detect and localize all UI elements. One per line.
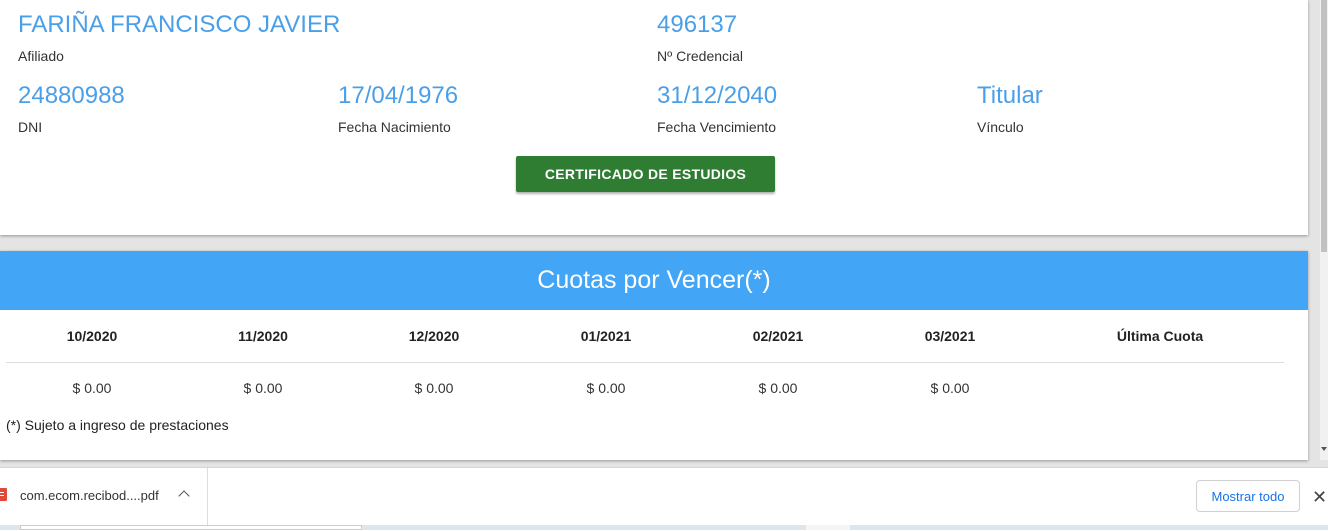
page-scrollbar[interactable] (1320, 0, 1328, 460)
credential-field: 496137 Nº Credencial (657, 11, 743, 65)
fees-divider (6, 362, 1284, 363)
fee-value: $ 0.00 (414, 380, 454, 396)
download-bar: com.ecom.recibod....pdf Mostrar todo ✕ (0, 467, 1328, 531)
expiry-date-value: 31/12/2040 (657, 82, 778, 109)
certificate-button[interactable]: CERTIFICADO DE ESTUDIOS (516, 156, 775, 192)
fee-value: $ 0.00 (243, 380, 283, 396)
fees-footnote: (*) Sujeto a ingreso de prestaciones (6, 417, 229, 433)
credential-number: 496137 (657, 11, 738, 38)
relationship-field: Titular Vínculo (977, 82, 1043, 136)
fee-column-header: 02/2021 (752, 328, 804, 344)
dni-value: 24880988 (18, 82, 125, 109)
dni-field: 24880988 DNI (18, 82, 125, 136)
chevron-up-icon[interactable] (178, 490, 190, 502)
download-item[interactable]: com.ecom.recibod....pdf (0, 468, 208, 525)
expiry-date-field: 31/12/2040 Fecha Vencimiento (657, 82, 777, 136)
show-all-button[interactable]: Mostrar todo (1196, 480, 1300, 512)
close-icon[interactable]: ✕ (1312, 488, 1327, 506)
fee-column-header: 12/2020 (408, 328, 460, 344)
dni-label: DNI (18, 119, 43, 135)
taskbar-item[interactable] (20, 525, 362, 530)
affiliate-card: FARIÑA FRANCISCO JAVIER Afiliado 496137 … (0, 0, 1308, 235)
fees-card: Cuotas por Vencer(*) 10/2020 11/2020 12/… (0, 251, 1308, 460)
fee-value: $ 0.00 (758, 380, 798, 396)
relationship-label: Vínculo (977, 119, 1024, 135)
affiliate-name-label: Afiliado (18, 48, 64, 64)
affiliate-name: FARIÑA FRANCISCO JAVIER (18, 11, 341, 38)
fee-value: $ 0.00 (72, 380, 112, 396)
taskbar-strip (0, 525, 1328, 530)
fee-column-header: 10/2020 (66, 328, 118, 344)
fee-value: $ 0.00 (586, 380, 626, 396)
credential-label: Nº Credencial (657, 48, 744, 64)
relationship-value: Titular (977, 82, 1043, 109)
birth-date-value: 17/04/1976 (338, 82, 459, 109)
affiliate-name-field: FARIÑA FRANCISCO JAVIER Afiliado (18, 11, 340, 65)
fee-column-header-last: Última Cuota (1116, 328, 1204, 344)
fee-column-header: 01/2021 (580, 328, 632, 344)
fee-column-header: 03/2021 (924, 328, 976, 344)
scroll-down-arrow-icon[interactable] (1321, 447, 1327, 451)
birth-date-label: Fecha Nacimiento (338, 119, 451, 135)
taskbar-item[interactable] (806, 525, 850, 530)
scrollbar-thumb[interactable] (1321, 0, 1327, 252)
fees-title: Cuotas por Vencer(*) (0, 251, 1308, 310)
fee-column-header: 11/2020 (238, 328, 288, 344)
download-file-name[interactable]: com.ecom.recibod....pdf (20, 488, 159, 503)
pdf-file-icon (0, 488, 7, 501)
birth-date-field: 17/04/1976 Fecha Nacimiento (338, 82, 458, 136)
fee-value: $ 0.00 (930, 380, 970, 396)
expiry-date-label: Fecha Vencimiento (657, 119, 777, 135)
